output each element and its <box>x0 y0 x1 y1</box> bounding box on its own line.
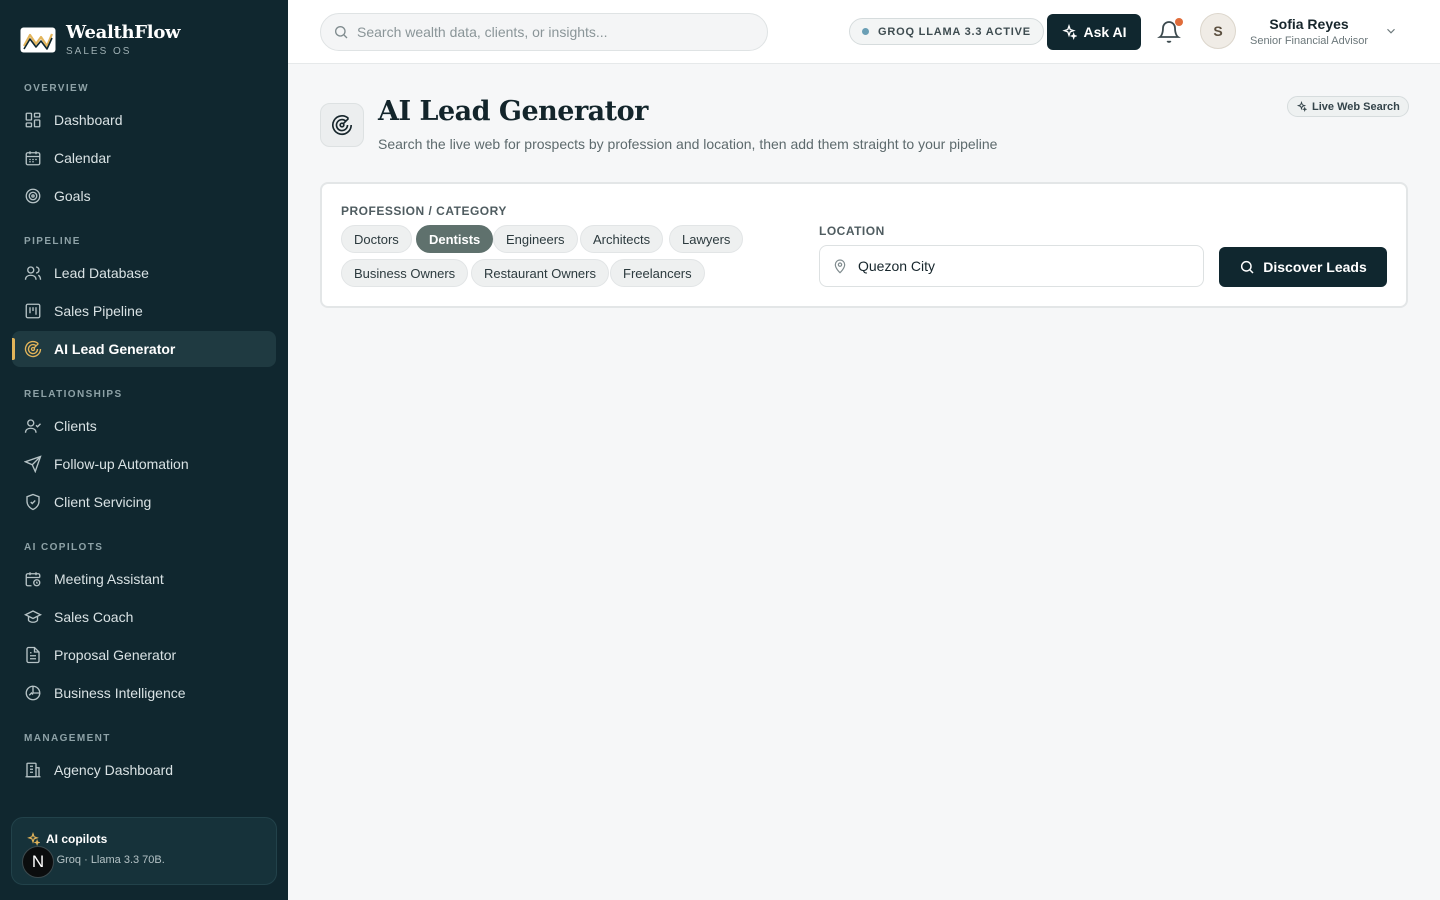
sidebar-item-ai-lead-generator[interactable]: AI Lead Generator <box>12 331 276 367</box>
sidebar-item-label: Proposal Generator <box>54 647 177 663</box>
status-dot <box>862 28 869 35</box>
location-field[interactable] <box>819 245 1204 287</box>
sidebar-item-label: Dashboard <box>54 112 123 128</box>
calendar-icon <box>24 149 42 167</box>
sidebar-item-follow-up-automation[interactable]: Follow-up Automation <box>12 446 276 482</box>
nav-section-overview: OVERVIEW <box>24 83 89 94</box>
chip-business-owners[interactable]: Business Owners <box>341 259 469 287</box>
groq-status-text: GROQ LLAMA 3.3 ACTIVE <box>878 25 1031 38</box>
search-icon <box>1241 260 1254 274</box>
radar-icon <box>332 115 352 136</box>
chip-dentists[interactable]: Dentists <box>416 225 494 253</box>
sidebar-item-dashboard[interactable]: Dashboard <box>12 102 276 138</box>
chevron-down-icon[interactable] <box>1384 24 1398 38</box>
location-input[interactable] <box>858 258 1188 274</box>
sidebar-item-label: Lead Database <box>54 265 149 281</box>
topbar: GROQ LLAMA 3.3 ACTIVE Ask AI S Sofia Rey… <box>288 0 1440 64</box>
discover-leads-button[interactable]: Discover Leads <box>1219 247 1387 287</box>
groq-status-badge: GROQ LLAMA 3.3 ACTIVE <box>849 18 1044 45</box>
sidebar-item-label: Agency Dashboard <box>54 762 174 778</box>
global-search[interactable] <box>320 13 768 51</box>
notification-dot <box>1175 18 1183 26</box>
nav-section-pipeline: PIPELINE <box>24 236 81 247</box>
chip-architects[interactable]: Architects <box>580 225 664 253</box>
location-label: LOCATION <box>819 224 885 238</box>
user-role: Senior Financial Advisor <box>1249 35 1368 47</box>
chip-restaurant-owners[interactable]: Restaurant Owners <box>471 259 609 287</box>
sidebar-item-label: Business Intelligence <box>54 685 186 701</box>
kanban-icon <box>24 302 42 320</box>
chip-lawyers[interactable]: Lawyers <box>669 225 744 253</box>
chip-freelancers[interactable]: Freelancers <box>610 259 705 287</box>
sidebar-item-calendar[interactable]: Calendar <box>12 140 276 176</box>
sidebar-item-agency-dashboard[interactable]: Agency Dashboard <box>12 752 276 788</box>
radar-icon <box>24 340 42 358</box>
sidebar-item-label: Clients <box>54 418 97 434</box>
search-input[interactable] <box>357 24 757 40</box>
avatar[interactable]: S <box>1200 13 1236 49</box>
copilot-card-title-row: AI copilots <box>26 832 107 846</box>
sidebar-item-clients[interactable]: Clients <box>12 408 276 444</box>
page-radar-icon <box>320 103 364 147</box>
page-subtitle: Search the live web for prospects by pro… <box>378 136 998 152</box>
calendar-clock-icon <box>24 570 42 588</box>
profession-label: PROFESSION / CATEGORY <box>341 204 507 218</box>
ask-ai-button[interactable]: Ask AI <box>1047 14 1141 50</box>
active-indicator <box>12 338 15 360</box>
user-check-icon <box>24 417 42 435</box>
brand[interactable]: WealthFlow SALES OS <box>20 22 181 57</box>
live-web-search-label: Live Web Search <box>1312 100 1400 113</box>
building-icon <box>24 761 42 779</box>
ask-ai-label: Ask AI <box>1083 24 1127 40</box>
grid-icon <box>24 111 42 129</box>
sidebar-item-client-servicing[interactable]: Client Servicing <box>12 484 276 520</box>
sidebar-item-proposal-generator[interactable]: Proposal Generator <box>12 637 276 673</box>
sidebar-item-label: AI Lead Generator <box>54 341 176 357</box>
nav-section-ai-copilots: AI COPILOTS <box>24 542 104 553</box>
sparkles-icon <box>1062 24 1078 40</box>
sidebar-item-label: Sales Pipeline <box>54 303 143 319</box>
brand-name: WealthFlow <box>66 22 181 43</box>
sidebar-item-goals[interactable]: Goals <box>12 178 276 214</box>
map-pin-icon <box>834 259 846 274</box>
nav-section-relationships: RELATIONSHIPS <box>24 389 123 400</box>
ai-copilots-card: AI copilots ng on Groq · Llama 3.3 70B. … <box>11 817 277 885</box>
n-avatar-badge[interactable]: N <box>22 846 54 878</box>
target-icon <box>24 187 42 205</box>
sidebar-item-label: Meeting Assistant <box>54 571 164 587</box>
shield-icon <box>24 493 42 511</box>
chart-pie-icon <box>24 684 42 702</box>
sparkles-icon <box>27 832 40 846</box>
copilot-card-title: AI copilots <box>46 832 108 846</box>
graduation-cap-icon <box>24 608 42 626</box>
sidebar-item-label: Goals <box>54 188 91 204</box>
wealthflow-logo-icon <box>20 27 56 53</box>
sidebar-item-lead-database[interactable]: Lead Database <box>12 255 276 291</box>
sparkles-icon <box>1296 101 1307 112</box>
sidebar-item-business-intelligence[interactable]: Business Intelligence <box>12 675 276 711</box>
brand-sub: SALES OS <box>66 46 132 57</box>
sidebar-item-sales-pipeline[interactable]: Sales Pipeline <box>12 293 276 329</box>
sidebar-item-label: Calendar <box>54 150 111 166</box>
live-web-search-badge: Live Web Search <box>1287 96 1409 117</box>
search-icon <box>335 26 348 39</box>
users-icon <box>24 264 42 282</box>
sidebar: WealthFlow SALES OS OVERVIEW Dashboard C… <box>0 0 288 900</box>
send-icon <box>24 455 42 473</box>
sidebar-item-label: Follow-up Automation <box>54 456 189 472</box>
sidebar-item-sales-coach[interactable]: Sales Coach <box>12 599 276 635</box>
nav-section-management: MANAGEMENT <box>24 733 111 744</box>
file-text-icon <box>24 646 42 664</box>
lead-search-panel: PROFESSION / CATEGORY Doctors Dentists E… <box>320 182 1408 308</box>
page-title: AI Lead Generator <box>378 96 648 127</box>
sidebar-item-label: Sales Coach <box>54 609 134 625</box>
sidebar-item-meeting-assistant[interactable]: Meeting Assistant <box>12 561 276 597</box>
chip-doctors[interactable]: Doctors <box>341 225 412 253</box>
user-name[interactable]: Sofia Reyes <box>1246 16 1372 32</box>
discover-leads-label: Discover Leads <box>1263 259 1367 275</box>
chip-engineers[interactable]: Engineers <box>493 225 578 253</box>
sidebar-item-label: Client Servicing <box>54 494 152 510</box>
